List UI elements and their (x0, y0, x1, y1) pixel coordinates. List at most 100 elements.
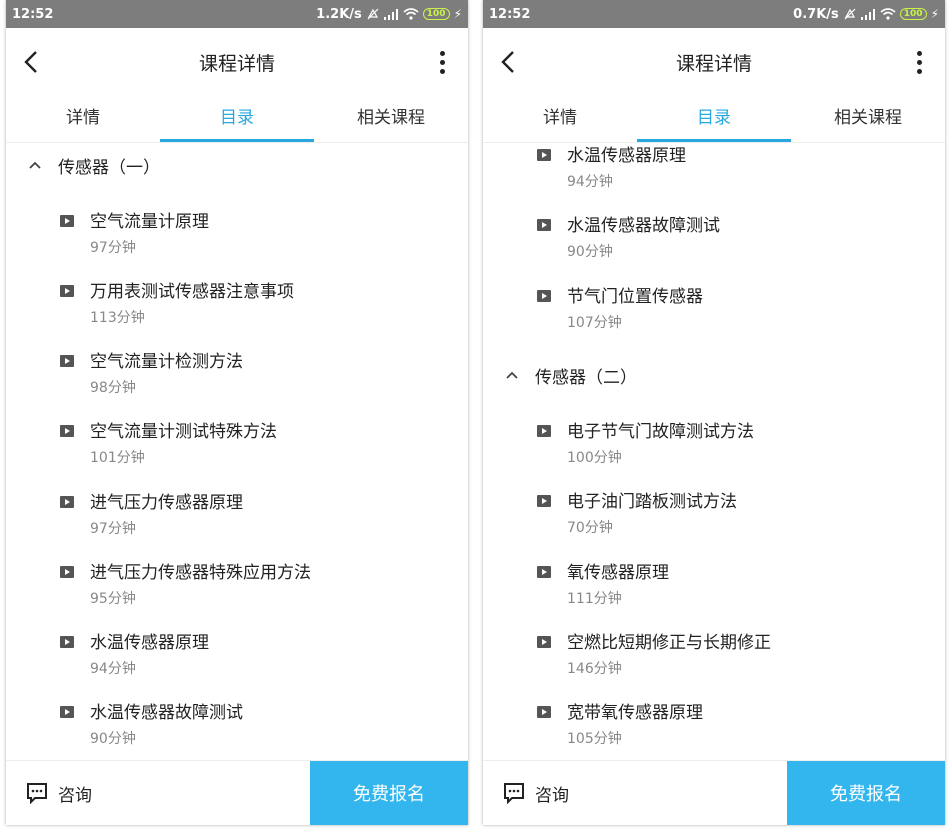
charging-icon: ⚡ (453, 7, 462, 21)
lesson-item[interactable]: 空燃比短期修正与长期修正 146分钟 (483, 628, 945, 698)
play-icon (60, 496, 74, 508)
back-arrow-icon[interactable] (20, 48, 44, 76)
lesson-duration: 105分钟 (567, 731, 622, 747)
lesson-title: 空气流量计测试特殊方法 (90, 422, 277, 442)
chevron-up-icon (506, 371, 518, 379)
chevron-up-icon (29, 161, 41, 169)
play-icon (537, 706, 551, 718)
consult-button[interactable]: 咨询 (6, 761, 310, 825)
lesson-title: 水温传感器故障测试 (90, 703, 243, 723)
play-icon (60, 706, 74, 718)
back-arrow-icon[interactable] (497, 48, 521, 76)
play-icon (60, 355, 74, 367)
mute-icon (367, 8, 379, 20)
lesson-item[interactable]: 宽带氧传感器原理 105分钟 (483, 698, 945, 760)
wifi-icon (403, 8, 419, 20)
lesson-item[interactable]: 进气压力传感器特殊应用方法 95分钟 (6, 558, 468, 628)
lesson-title: 水温传感器原理 (90, 633, 209, 653)
app-bar: 课程详情 (483, 28, 945, 96)
lesson-item[interactable]: 电子油门踏板测试方法 70分钟 (483, 487, 945, 557)
status-time: 12:52 (12, 6, 54, 22)
lesson-title: 进气压力传感器原理 (90, 493, 243, 513)
phone-screen-right: 12:52 0.7K/s 100 ⚡ 课程详情 详情 目录 相关课程 水温传感器… (483, 0, 945, 825)
section-title: 传感器（二） (535, 367, 637, 388)
lesson-item[interactable]: 水温传感器原理 94分钟 (6, 628, 468, 698)
mute-icon (844, 8, 856, 20)
bottom-action-bar: 咨询 免费报名 (6, 760, 468, 825)
more-vertical-icon[interactable] (907, 48, 931, 76)
lesson-item[interactable]: 电子节气门故障测试方法 100分钟 (483, 417, 945, 487)
section-header[interactable]: 传感器（一） (6, 143, 468, 187)
lesson-duration: 111分钟 (567, 591, 622, 607)
tab-related-courses[interactable]: 相关课程 (314, 96, 468, 142)
app-bar: 课程详情 (6, 28, 468, 96)
play-icon (537, 425, 551, 437)
lesson-duration: 94分钟 (90, 661, 136, 677)
lesson-duration: 90分钟 (90, 731, 136, 747)
battery-icon: 100 (422, 8, 450, 20)
status-bar: 12:52 0.7K/s 100 ⚡ (483, 0, 945, 28)
lesson-item[interactable]: 节气门位置传感器 107分钟 (483, 282, 945, 352)
lesson-duration: 100分钟 (567, 450, 622, 466)
signal-icon (383, 9, 398, 20)
tab-details[interactable]: 详情 (6, 96, 160, 142)
lesson-title: 万用表测试传感器注意事项 (90, 282, 294, 302)
tab-catalog[interactable]: 目录 (637, 96, 791, 142)
lesson-title: 水温传感器故障测试 (567, 216, 720, 236)
section-title: 传感器（一） (58, 157, 160, 178)
lesson-title: 电子节气门故障测试方法 (567, 422, 754, 442)
lesson-item[interactable]: 水温传感器故障测试 90分钟 (6, 698, 468, 760)
play-icon (60, 215, 74, 227)
wifi-icon (880, 8, 896, 20)
free-enroll-button[interactable]: 免费报名 (787, 761, 945, 825)
lesson-title: 进气压力传感器特殊应用方法 (90, 563, 311, 583)
lesson-item[interactable]: 万用表测试传感器注意事项 113分钟 (6, 277, 468, 347)
play-icon (537, 566, 551, 578)
lesson-duration: 70分钟 (567, 520, 613, 536)
consult-button[interactable]: 咨询 (483, 761, 787, 825)
play-icon (60, 425, 74, 437)
tab-related-courses[interactable]: 相关课程 (791, 96, 945, 142)
play-icon (60, 636, 74, 648)
catalog-list[interactable]: 水温传感器原理 94分钟 水温传感器故障测试 90分钟 节气门位置传感器 107… (483, 143, 945, 760)
signal-icon (860, 9, 875, 20)
lesson-title: 空燃比短期修正与长期修正 (567, 633, 771, 653)
lesson-duration: 97分钟 (90, 521, 136, 537)
page-title: 课程详情 (198, 52, 275, 75)
lesson-item[interactable]: 空气流量计原理 97分钟 (6, 207, 468, 277)
lesson-duration: 98分钟 (90, 380, 136, 396)
section-header[interactable]: 传感器（二） (483, 353, 945, 397)
catalog-list[interactable]: 传感器（一） 空气流量计原理 97分钟 万用表测试传感器注意事项 113分钟 空… (6, 143, 468, 760)
lesson-item[interactable]: 氧传感器原理 111分钟 (483, 558, 945, 628)
free-enroll-button[interactable]: 免费报名 (310, 761, 468, 825)
lesson-duration: 101分钟 (90, 450, 145, 466)
tab-details[interactable]: 详情 (483, 96, 637, 142)
tab-catalog[interactable]: 目录 (160, 96, 314, 142)
tab-bar: 详情 目录 相关课程 (6, 96, 468, 143)
lesson-item[interactable]: 水温传感器原理 94分钟 (483, 143, 945, 211)
network-speed: 0.7K/s (793, 6, 839, 22)
bottom-action-bar: 咨询 免费报名 (483, 760, 945, 825)
play-icon (537, 219, 551, 231)
lesson-item[interactable]: 进气压力传感器原理 97分钟 (6, 488, 468, 558)
status-time: 12:52 (489, 6, 531, 22)
phone-screen-left: 12:52 1.2K/s 100 ⚡ 课程详情 详情 目录 相关课程 传感器（一… (6, 0, 468, 825)
lesson-duration: 90分钟 (567, 244, 613, 260)
lesson-title: 空气流量计检测方法 (90, 352, 243, 372)
battery-icon: 100 (899, 8, 927, 20)
lesson-item[interactable]: 空气流量计检测方法 98分钟 (6, 347, 468, 417)
play-icon (60, 566, 74, 578)
lesson-title: 氧传感器原理 (567, 563, 669, 583)
more-vertical-icon[interactable] (430, 48, 454, 76)
network-speed: 1.2K/s (316, 6, 362, 22)
lesson-item[interactable]: 水温传感器故障测试 90分钟 (483, 211, 945, 281)
lesson-title: 空气流量计原理 (90, 212, 209, 232)
consult-label: 咨询 (535, 785, 569, 806)
play-icon (537, 290, 551, 302)
chat-icon (504, 783, 524, 804)
lesson-item[interactable]: 空气流量计测试特殊方法 101分钟 (6, 417, 468, 487)
play-icon (537, 495, 551, 507)
lesson-duration: 113分钟 (90, 310, 145, 326)
lesson-duration: 94分钟 (567, 174, 613, 190)
lesson-duration: 97分钟 (90, 240, 136, 256)
